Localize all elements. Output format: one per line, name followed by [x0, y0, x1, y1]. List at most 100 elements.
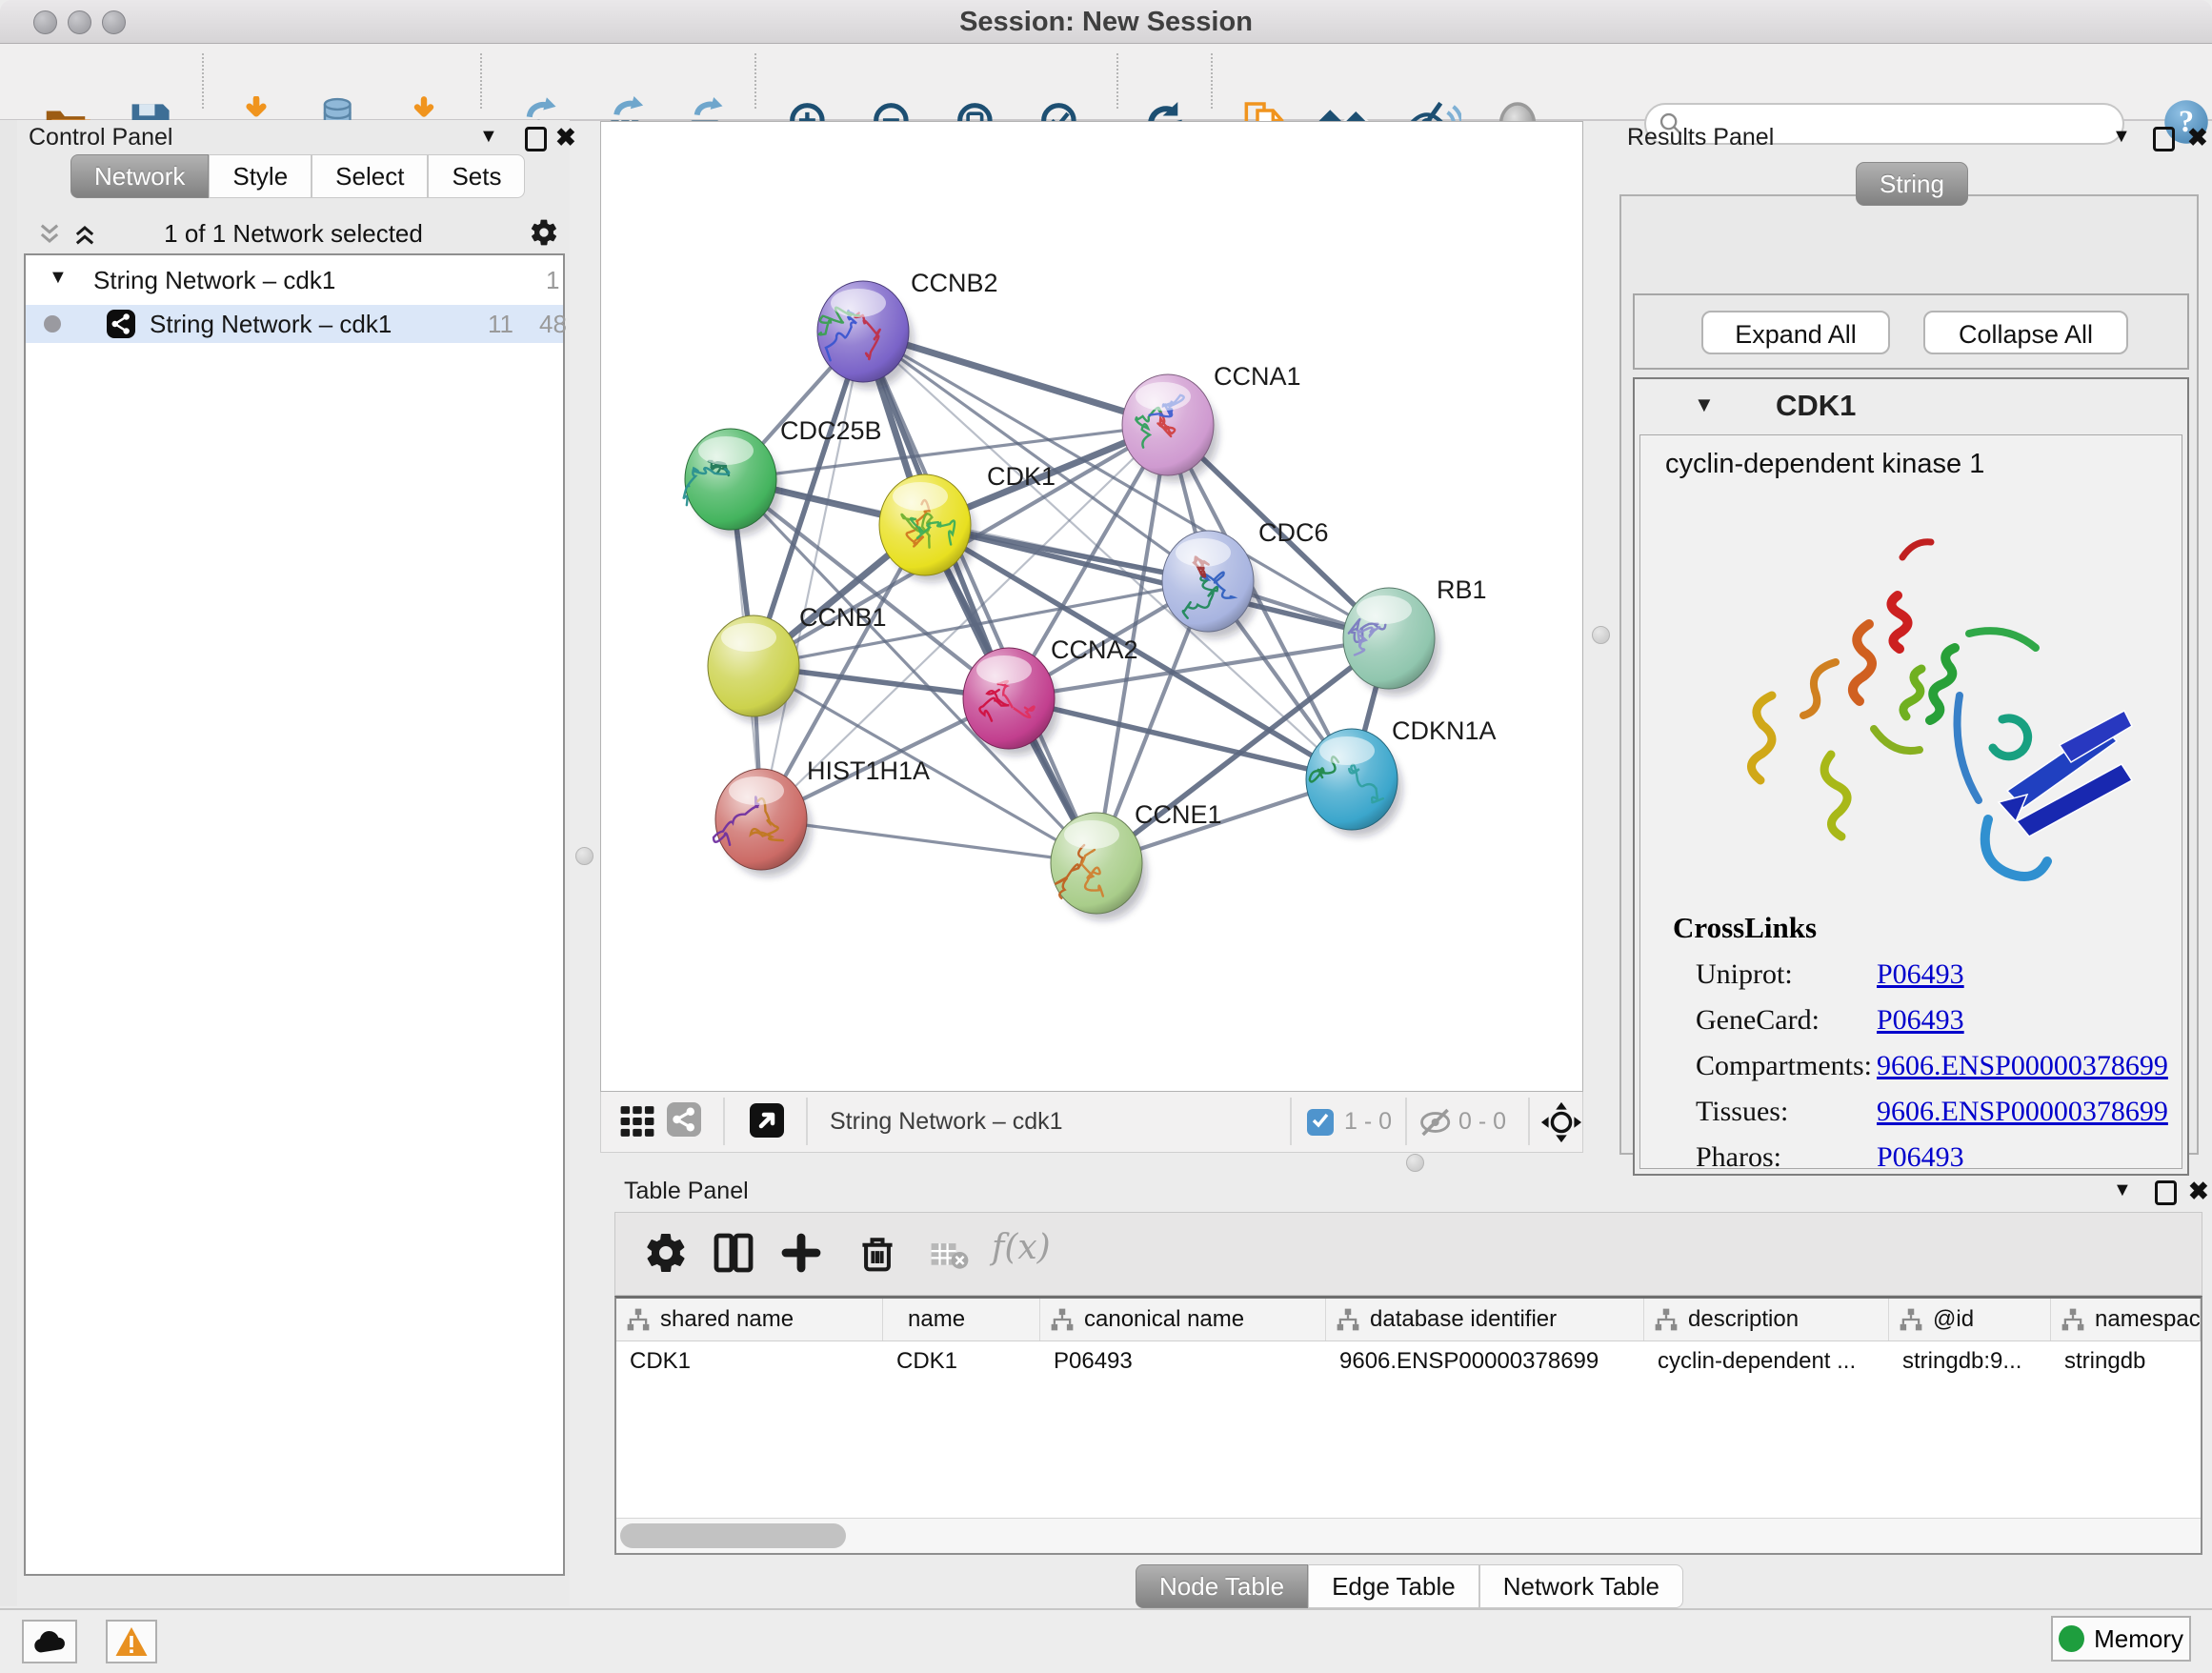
gear-icon[interactable] [529, 217, 559, 248]
separator [1528, 1098, 1530, 1145]
network-node-CDK1[interactable] [879, 474, 975, 582]
tab-style[interactable]: Style [209, 154, 312, 198]
table-horizontal-scrollbar[interactable] [616, 1518, 2201, 1553]
section-collapse-icon[interactable]: ▼ [1694, 393, 1715, 417]
separator [806, 1098, 808, 1145]
scrollbar-thumb[interactable] [620, 1523, 846, 1548]
table-cell[interactable]: P06493 [1040, 1341, 1326, 1381]
tab-select[interactable]: Select [312, 154, 428, 198]
collapse-panel-icon[interactable]: ▼ [479, 126, 498, 148]
toolbar-separator [1211, 53, 1213, 109]
crosslink-link[interactable]: 9606.ENSP00000378699 [1877, 1050, 2168, 1081]
network-node-CCNB1[interactable] [708, 615, 804, 723]
tab-string[interactable]: String [1856, 162, 1968, 206]
crosslink-row: Pharos:P06493 [1696, 1141, 2182, 1169]
column-header-name[interactable]: name [883, 1299, 1040, 1340]
network-node-CCNA1[interactable] [1122, 374, 1218, 482]
add-column-icon[interactable] [711, 1230, 756, 1276]
close-panel-icon[interactable]: ✖ [2188, 1181, 2209, 1200]
pan-crosshair-icon[interactable] [1539, 1100, 1583, 1144]
titlebar: Session: New Session [0, 0, 2212, 44]
gear-icon[interactable] [643, 1230, 689, 1276]
column-header-description[interactable]: description [1644, 1299, 1889, 1340]
column-header-shared-name[interactable]: shared name [616, 1299, 883, 1340]
table-cell[interactable]: cyclin-dependent ... [1644, 1341, 1889, 1381]
network-view-title: String Network – cdk1 [830, 1108, 1063, 1136]
network-row[interactable]: String Network – cdk1 11 48 [26, 305, 563, 343]
network-node-CDKN1A[interactable] [1306, 729, 1402, 836]
crosslink-link[interactable]: P06493 [1877, 1141, 1964, 1169]
crosslink-link[interactable]: P06493 [1877, 1004, 1964, 1036]
table-cell[interactable]: stringdb [2051, 1341, 2201, 1381]
network-node-CDC25B[interactable] [684, 429, 781, 536]
crosslink-link[interactable]: 9606.ENSP00000378699 [1877, 1096, 2168, 1127]
left-gutter [0, 120, 18, 1606]
separator [723, 1098, 725, 1145]
tab-node-table[interactable]: Node Table [1136, 1564, 1308, 1608]
main-toolbar: ? [0, 44, 2212, 121]
hidden-eye-slash-icon[interactable] [1418, 1107, 1457, 1138]
network-view-toolbar: String Network – cdk1 1 - 0 0 - 0 [600, 1092, 1583, 1153]
network-style-icon[interactable] [667, 1102, 701, 1137]
column-header--id[interactable]: @id [1889, 1299, 2051, 1340]
table-cell[interactable]: 9606.ENSP00000378699 [1326, 1341, 1644, 1381]
gene-section-header[interactable]: ▼ CDK1 [1635, 379, 2187, 433]
column-header-database-identifier[interactable]: database identifier [1326, 1299, 1644, 1340]
string-results-container: Expand All Collapse All ▼ CDK1 cyclin-de… [1619, 194, 2199, 1155]
selected-checkbox-icon[interactable] [1307, 1109, 1334, 1136]
float-panel-icon[interactable] [2155, 1180, 2177, 1205]
column-label: shared name [660, 1306, 794, 1333]
toolbar-separator [202, 53, 204, 109]
table-cell[interactable]: stringdb:9... [1889, 1341, 2051, 1381]
network-collection-row[interactable]: ▼ String Network – cdk1 1 [26, 255, 563, 305]
float-panel-icon[interactable] [525, 127, 547, 151]
node-label-CCNB2: CCNB2 [911, 269, 998, 297]
warnings-button[interactable] [106, 1620, 157, 1663]
table-cell[interactable]: CDK1 [883, 1341, 1040, 1381]
tab-sets[interactable]: Sets [428, 154, 525, 198]
tab-network[interactable]: Network [70, 154, 209, 198]
window-title: Session: New Session [0, 7, 2212, 38]
close-panel-icon[interactable]: ✖ [555, 128, 576, 147]
birdseye-view-icon[interactable] [750, 1103, 784, 1138]
current-network-bullet-icon [44, 315, 61, 333]
cloud-status-button[interactable] [22, 1620, 77, 1663]
network-canvas[interactable]: CCNB2CCNA1CDC25BCDK1CDC6RB1CCNB1CCNA2CDK… [600, 121, 1583, 1092]
tab-edge-table[interactable]: Edge Table [1308, 1564, 1479, 1608]
gene-section: ▼ CDK1 cyclin-dependent kinase 1 [1633, 377, 2189, 1176]
crosslink-label: Compartments: [1696, 1050, 1877, 1082]
network-node-CDC6[interactable] [1162, 531, 1258, 638]
network-list-header: 1 of 1 Network selected [17, 212, 570, 253]
left-splitter-handle[interactable] [575, 847, 593, 865]
tab-network-table[interactable]: Network Table [1479, 1564, 1683, 1608]
right-splitter-handle[interactable] [1592, 626, 1610, 644]
memory-label: Memory [2094, 1624, 2183, 1654]
collapse-panel-icon[interactable]: ▼ [2113, 1179, 2132, 1201]
collapse-panel-icon[interactable]: ▼ [2112, 126, 2131, 148]
expand-all-button[interactable]: Expand All [1701, 311, 1890, 354]
memory-button[interactable]: Memory [2051, 1616, 2191, 1662]
trash-icon[interactable] [856, 1230, 898, 1276]
function-builder-button[interactable]: f(x) [992, 1228, 1051, 1267]
grid-view-icon[interactable] [618, 1103, 656, 1139]
delete-table-icon[interactable] [930, 1240, 970, 1272]
float-panel-icon[interactable] [2153, 127, 2175, 151]
collapse-all-button[interactable]: Collapse All [1923, 311, 2128, 354]
column-header-namespace[interactable]: namespace [2051, 1299, 2201, 1340]
tree-expand-icon[interactable]: ▼ [49, 267, 68, 289]
network-node-RB1[interactable] [1343, 588, 1439, 695]
close-panel-icon[interactable]: ✖ [2187, 128, 2208, 147]
table-toolbar: f(x) [614, 1212, 2202, 1296]
node-label-HIST1H1A: HIST1H1A [807, 756, 930, 785]
control-panel-tabs: NetworkStyleSelectSets [70, 154, 525, 198]
crosslink-link[interactable]: P06493 [1877, 958, 1964, 990]
network-node-CCNE1[interactable] [1051, 813, 1147, 920]
add-row-icon[interactable] [778, 1230, 824, 1276]
table-cell[interactable]: CDK1 [616, 1341, 883, 1381]
network-node-CCNB2[interactable] [817, 281, 914, 389]
column-label: canonical name [1084, 1306, 1244, 1333]
table-row[interactable]: CDK1CDK1P064939606.ENSP00000378699cyclin… [616, 1341, 2201, 1381]
column-header-canonical-name[interactable]: canonical name [1040, 1299, 1326, 1340]
column-label: @id [1933, 1306, 1974, 1333]
network-edge-CCNB2-HIST1H1A[interactable] [761, 332, 863, 819]
